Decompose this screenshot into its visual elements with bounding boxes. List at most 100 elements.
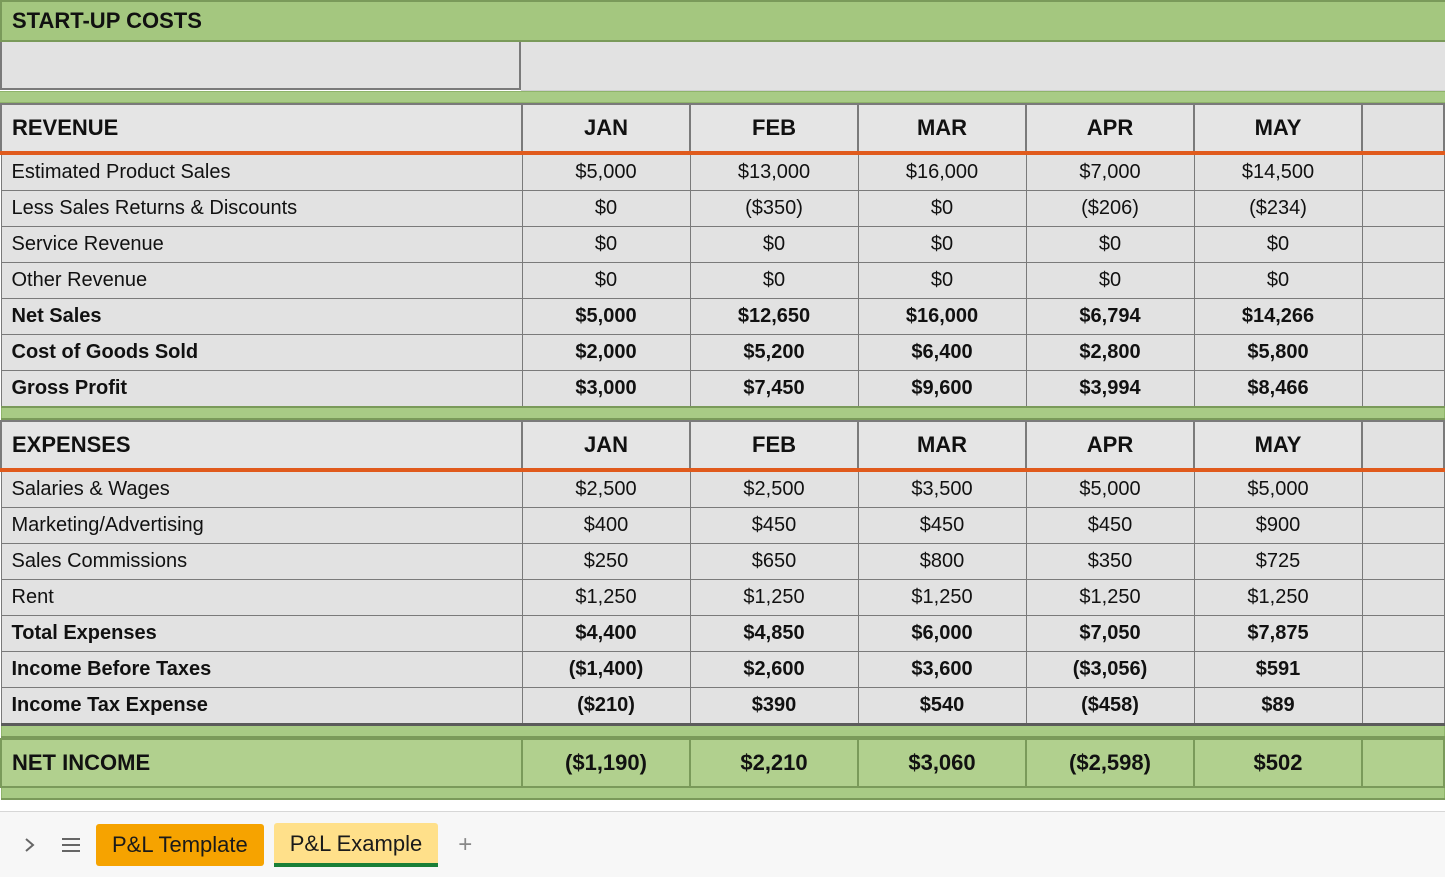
row-label[interactable]: Rent [1, 580, 522, 616]
chevron-right-icon[interactable] [12, 834, 46, 856]
row-label[interactable]: Service Revenue [1, 227, 522, 263]
cell-value[interactable]: ($210) [522, 688, 690, 725]
cell-value[interactable]: $0 [522, 191, 690, 227]
cell-value[interactable]: $2,800 [1026, 335, 1194, 371]
cell-value[interactable]: $5,200 [690, 335, 858, 371]
cell-value[interactable]: $4,400 [522, 616, 690, 652]
cell-value[interactable]: $1,250 [1026, 580, 1194, 616]
cell-value[interactable]: $0 [1026, 263, 1194, 299]
row-label[interactable]: Income Tax Expense [1, 688, 522, 725]
cell-value[interactable]: $3,994 [1026, 371, 1194, 408]
net-income-val[interactable]: $3,060 [858, 739, 1026, 787]
net-income-val[interactable]: $502 [1194, 739, 1362, 787]
cell-value[interactable]: $0 [690, 227, 858, 263]
cell-value[interactable]: $591 [1194, 652, 1362, 688]
cell-value[interactable]: $89 [1194, 688, 1362, 725]
cell-value[interactable]: $3,600 [858, 652, 1026, 688]
cell-value[interactable]: $2,500 [522, 470, 690, 508]
month-header[interactable]: APR [1026, 104, 1194, 153]
cell-value[interactable]: ($458) [1026, 688, 1194, 725]
cell-value[interactable]: $0 [690, 263, 858, 299]
cell-value[interactable]: $3,000 [522, 371, 690, 408]
cell-value[interactable]: $9,600 [858, 371, 1026, 408]
cell-value[interactable]: $12,650 [690, 299, 858, 335]
cell-value[interactable]: $4,850 [690, 616, 858, 652]
row-label[interactable]: Other Revenue [1, 263, 522, 299]
tab-pl-example[interactable]: P&L Example [274, 823, 438, 867]
cell-value[interactable]: $16,000 [858, 153, 1026, 191]
cell-value[interactable]: $2,600 [690, 652, 858, 688]
section-header-label[interactable]: EXPENSES [1, 421, 522, 470]
cell-value[interactable]: $1,250 [858, 580, 1026, 616]
cell-value[interactable]: $450 [690, 508, 858, 544]
cell-value[interactable]: ($206) [1026, 191, 1194, 227]
month-header[interactable]: JAN [522, 104, 690, 153]
cell-value[interactable]: $0 [1026, 227, 1194, 263]
cell-value[interactable]: $350 [1026, 544, 1194, 580]
cell-value[interactable]: $0 [1194, 227, 1362, 263]
cell-value[interactable]: ($350) [690, 191, 858, 227]
cell-value[interactable]: $0 [522, 227, 690, 263]
cell-value[interactable]: $7,875 [1194, 616, 1362, 652]
cell-value[interactable]: $5,000 [522, 299, 690, 335]
cell-value[interactable]: $7,000 [1026, 153, 1194, 191]
cell-value[interactable]: $7,450 [690, 371, 858, 408]
month-header[interactable]: APR [1026, 421, 1194, 470]
month-header[interactable]: JAN [522, 421, 690, 470]
cell-value[interactable]: $5,000 [1026, 470, 1194, 508]
cell-value[interactable]: $0 [522, 263, 690, 299]
cell-value[interactable]: $5,000 [522, 153, 690, 191]
cell-value[interactable]: $650 [690, 544, 858, 580]
cell-value[interactable]: $0 [858, 191, 1026, 227]
row-label[interactable]: Cost of Goods Sold [1, 335, 522, 371]
row-label[interactable]: Gross Profit [1, 371, 522, 408]
cell-value[interactable]: $8,466 [1194, 371, 1362, 408]
cell-value[interactable]: $5,800 [1194, 335, 1362, 371]
cell-value[interactable]: $6,000 [858, 616, 1026, 652]
cell-value[interactable]: $400 [522, 508, 690, 544]
cell-value[interactable]: ($3,056) [1026, 652, 1194, 688]
cell-value[interactable]: $900 [1194, 508, 1362, 544]
cell-value[interactable]: $390 [690, 688, 858, 725]
month-header[interactable]: FEB [690, 421, 858, 470]
cell-value[interactable]: $250 [522, 544, 690, 580]
cell-value[interactable]: ($234) [1194, 191, 1362, 227]
row-label[interactable]: Marketing/Advertising [1, 508, 522, 544]
net-income-val[interactable]: ($1,190) [522, 739, 690, 787]
month-header[interactable]: MAR [858, 421, 1026, 470]
cell-value[interactable]: $13,000 [690, 153, 858, 191]
row-label[interactable]: Net Sales [1, 299, 522, 335]
tab-pl-template[interactable]: P&L Template [96, 824, 264, 866]
month-header[interactable]: MAY [1194, 104, 1362, 153]
row-label[interactable]: Sales Commissions [1, 544, 522, 580]
cell-value[interactable]: $1,250 [522, 580, 690, 616]
cell-value[interactable]: $800 [858, 544, 1026, 580]
net-income-label[interactable]: NET INCOME [1, 739, 522, 787]
row-label[interactable]: Total Expenses [1, 616, 522, 652]
cell-value[interactable]: $0 [858, 227, 1026, 263]
cell-value[interactable]: $16,000 [858, 299, 1026, 335]
net-income-val[interactable]: ($2,598) [1026, 739, 1194, 787]
cell-value[interactable]: $0 [858, 263, 1026, 299]
cell-value[interactable]: $450 [858, 508, 1026, 544]
row-label[interactable]: Estimated Product Sales [1, 153, 522, 191]
row-label[interactable]: Less Sales Returns & Discounts [1, 191, 522, 227]
cell-value[interactable]: ($1,400) [522, 652, 690, 688]
blank-cell[interactable] [0, 42, 521, 90]
cell-value[interactable]: $14,266 [1194, 299, 1362, 335]
cell-value[interactable]: $3,500 [858, 470, 1026, 508]
row-label[interactable]: Income Before Taxes [1, 652, 522, 688]
cell-value[interactable]: $2,000 [522, 335, 690, 371]
net-income-val[interactable]: $2,210 [690, 739, 858, 787]
cell-value[interactable]: $6,400 [858, 335, 1026, 371]
cell-value[interactable]: $540 [858, 688, 1026, 725]
cell-value[interactable]: $5,000 [1194, 470, 1362, 508]
cell-value[interactable]: $6,794 [1026, 299, 1194, 335]
month-header[interactable]: MAR [858, 104, 1026, 153]
cell-value[interactable]: $7,050 [1026, 616, 1194, 652]
cell-value[interactable]: $450 [1026, 508, 1194, 544]
row-label[interactable]: Salaries & Wages [1, 470, 522, 508]
add-sheet-icon[interactable]: + [448, 827, 482, 863]
cell-value[interactable]: $2,500 [690, 470, 858, 508]
menu-icon[interactable] [56, 834, 86, 856]
